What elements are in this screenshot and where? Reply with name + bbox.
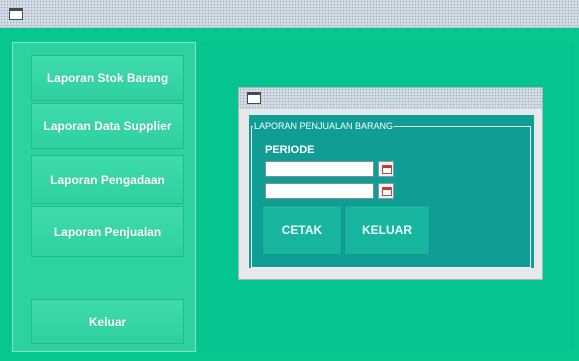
keluar-dialog-button[interactable]: KELUAR [344,205,430,255]
date-to-field[interactable] [265,183,374,199]
dialog-body: LAPORAN PENJUALAN BARANG PERIODE CETAK K… [249,115,534,268]
laporan-penjualan-dialog: LAPORAN PENJUALAN BARANG PERIODE CETAK K… [238,87,543,280]
main-window-titlebar[interactable] [0,0,579,28]
laporan-group-box: LAPORAN PENJUALAN BARANG PERIODE CETAK K… [251,121,531,268]
laporan-pengadaan-button[interactable]: Laporan Pengadaan [31,155,184,204]
periode-label: PERIODE [265,144,315,156]
laporan-data-supplier-button[interactable]: Laporan Data Supplier [31,103,184,149]
date-to-calendar-button[interactable] [378,183,394,199]
window-icon [247,92,261,104]
window-icon [9,8,23,20]
date-from-calendar-button[interactable] [378,161,394,177]
sidebar-menu: Laporan Stok Barang Laporan Data Supplie… [12,42,196,352]
calendar-icon [382,187,392,196]
laporan-penjualan-button[interactable]: Laporan Penjualan [31,206,184,257]
date-from-field[interactable] [265,161,374,177]
dialog-titlebar[interactable] [239,88,542,109]
laporan-stok-barang-button[interactable]: Laporan Stok Barang [31,55,184,101]
cetak-button[interactable]: CETAK [262,205,342,255]
calendar-icon [382,165,392,174]
group-title: LAPORAN PENJUALAN BARANG [253,121,395,132]
keluar-button[interactable]: Keluar [31,299,184,344]
